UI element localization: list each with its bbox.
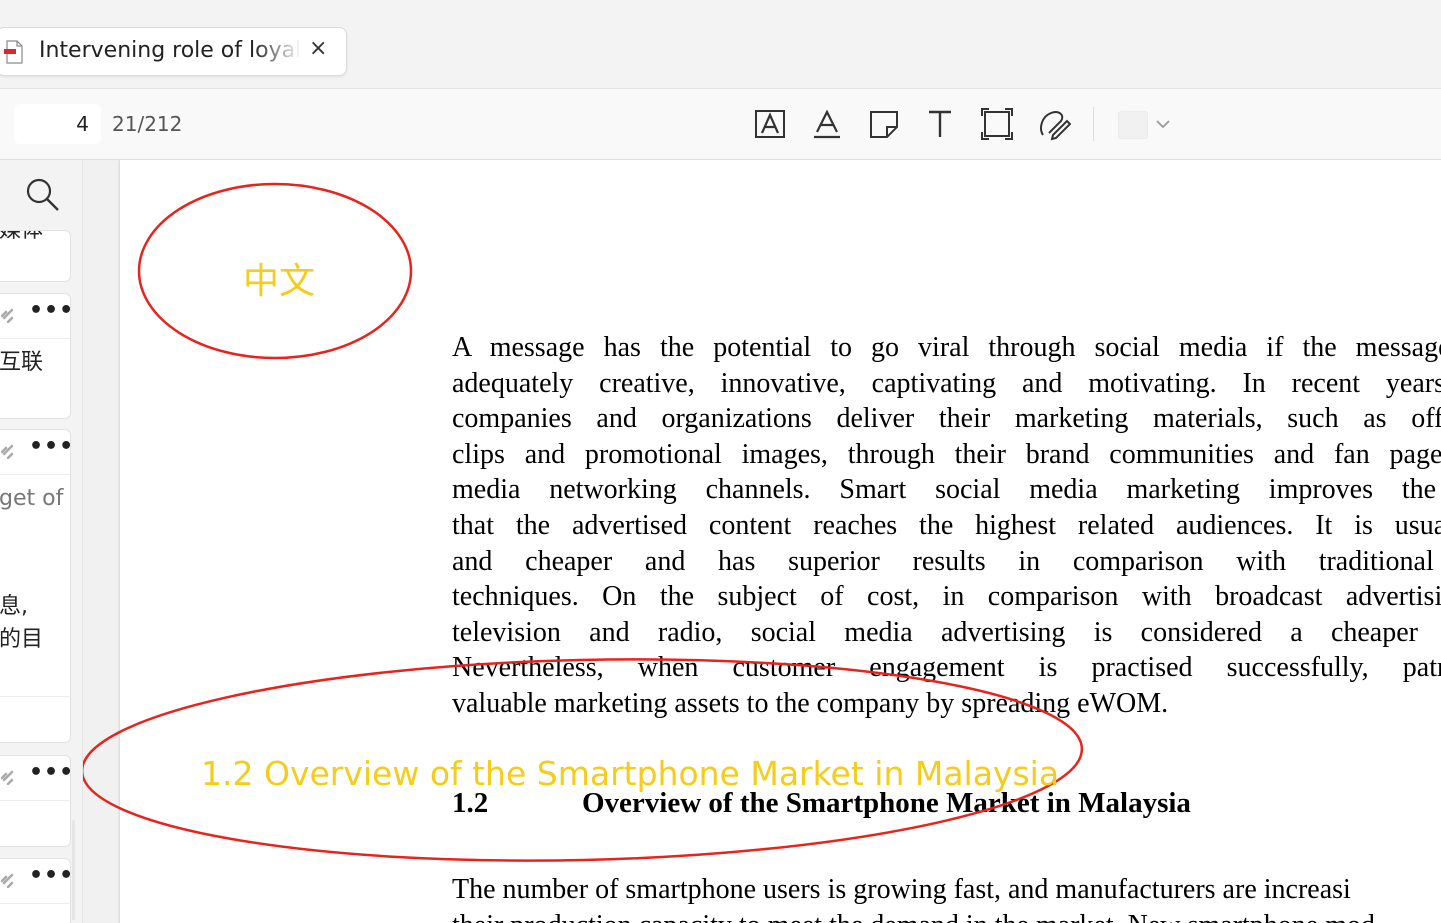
annotation-card[interactable]: ••• <box>0 755 71 847</box>
annotation-card-text: 的目 <box>0 627 44 652</box>
signature-tool-icon[interactable] <box>1037 107 1072 141</box>
annotation-card[interactable]: ••• get of 息, 的目 <box>0 429 71 743</box>
annotation-sidebar: 媒体 ••• 互联 ••• get of 息, 的目 ••• ••• <box>0 160 83 923</box>
document-viewer[interactable]: A message has the potential to go viral … <box>83 160 1441 923</box>
link-icon <box>0 307 17 324</box>
annotation-card[interactable]: 媒体 <box>0 230 71 282</box>
close-tab-icon[interactable]: × <box>309 38 327 60</box>
link-icon <box>0 769 17 786</box>
chevron-down-icon[interactable] <box>1154 115 1172 133</box>
card-divider <box>0 338 70 339</box>
tab-title: Intervening role of loyalty <box>39 38 301 63</box>
toolbar: 4 21/212 <box>0 89 1441 160</box>
pdf-file-icon <box>4 40 24 64</box>
text-box-tool-icon[interactable] <box>753 107 787 141</box>
annotation-card-text: 互联 <box>0 350 44 375</box>
annotation-card-text: 息, <box>0 594 28 619</box>
text-highlight-tool-icon[interactable] <box>810 107 844 141</box>
card-divider <box>0 474 70 475</box>
link-icon <box>0 443 17 460</box>
sidebar-scrollbar[interactable] <box>72 820 75 920</box>
more-options-button[interactable]: ••• <box>29 863 70 888</box>
add-text-tool-icon[interactable] <box>923 107 957 141</box>
text-annotation[interactable]: 1.2 Overview of the Smartphone Market in… <box>201 754 1059 793</box>
annotation-card[interactable]: ••• <box>0 858 71 923</box>
sticky-note-tool-icon[interactable] <box>867 107 901 141</box>
annotation-card-text: 媒体 <box>0 230 44 243</box>
text-annotation[interactable]: 中文 <box>243 252 315 304</box>
search-icon[interactable] <box>25 177 61 213</box>
more-options-button[interactable]: ••• <box>29 434 70 459</box>
document-tab[interactable]: Intervening role of loyalty × <box>0 27 347 76</box>
color-swatch[interactable] <box>1118 111 1148 139</box>
page-number-input[interactable]: 4 <box>14 104 101 144</box>
window-top-strip <box>0 0 1441 21</box>
more-options-button[interactable]: ••• <box>29 298 70 323</box>
link-icon <box>0 872 17 889</box>
area-select-tool-icon[interactable] <box>980 107 1014 141</box>
card-divider <box>0 696 70 697</box>
card-divider <box>0 800 70 801</box>
annotation-card[interactable]: ••• 互联 <box>0 293 71 419</box>
tab-bar: Intervening role of loyalty × <box>0 20 1441 89</box>
annotation-card-text: get of <box>0 486 64 511</box>
card-divider <box>0 903 70 904</box>
page-count: 21/212 <box>112 112 183 136</box>
toolbar-separator <box>1093 107 1094 141</box>
more-options-button[interactable]: ••• <box>29 760 70 785</box>
